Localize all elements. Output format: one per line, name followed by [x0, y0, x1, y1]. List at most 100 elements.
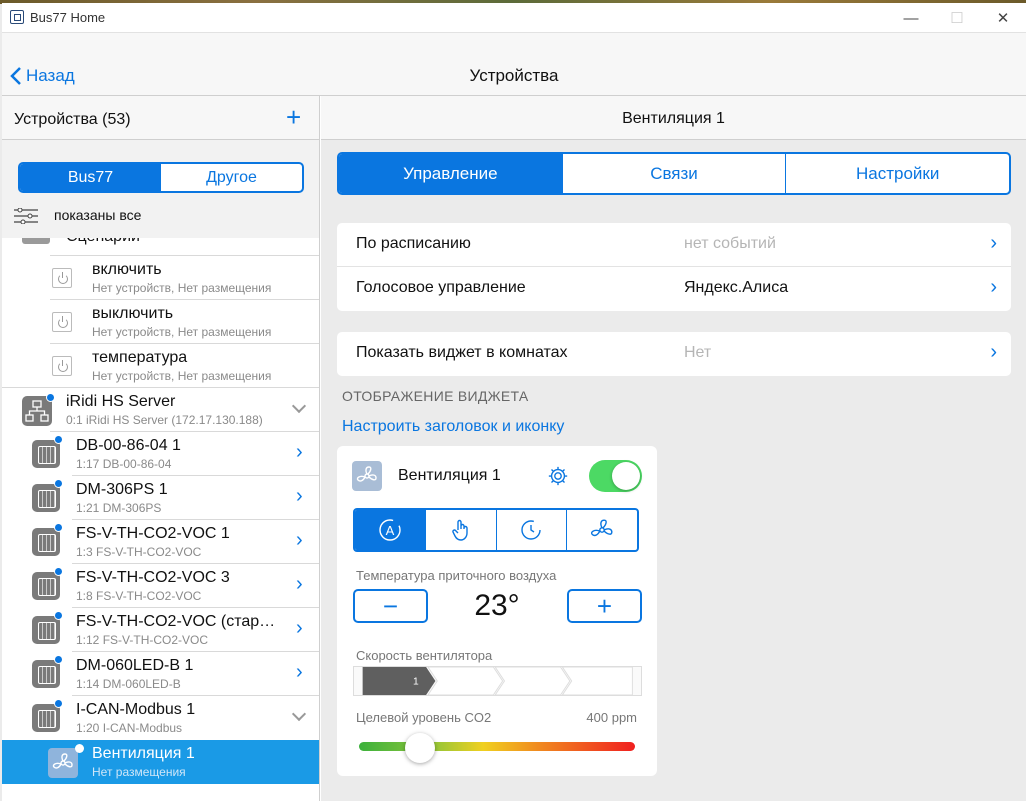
source-segmented-control: Bus77 Другое [18, 162, 304, 193]
list-item-selected[interactable]: Вентиляция 1 Нет размещения [2, 740, 319, 784]
timer-mode-icon[interactable] [497, 510, 568, 550]
voice-value: Яндекс.Алиса [684, 279, 789, 296]
schedule-label: По расписанию [356, 235, 471, 252]
voice-control-row[interactable]: Голосовое управление Яндекс.Алиса › [337, 267, 1011, 311]
window-titlebar: Bus77 Home — ☐ ✕ [2, 3, 1026, 33]
list-item[interactable]: I-CAN-Modbus 1 1:20 I-CAN-Modbus [2, 696, 319, 740]
chip-icon [32, 484, 60, 512]
temperature-increase-button[interactable]: + [567, 589, 642, 623]
temperature-decrease-button[interactable]: − [353, 589, 428, 623]
chip-icon [32, 440, 60, 468]
auto-mode-icon[interactable]: A [355, 510, 426, 550]
list-item-name: Сценарии [66, 238, 140, 246]
list-item-name: DM-306PS 1 [76, 481, 168, 498]
temperature-value: 23° [474, 589, 520, 622]
list-item-subtitle: 1:14 DM-060LED-B [76, 677, 181, 691]
chevron-right-icon: › [296, 617, 303, 639]
speed-step-4 [561, 667, 633, 695]
list-item[interactable]: DM-060LED-B 1 1:14 DM-060LED-B › [2, 652, 319, 696]
co2-slider-thumb[interactable] [404, 733, 435, 763]
list-item[interactable]: FS-V-TH-CO2-VOC 3 1:8 FS-V-TH-CO2-VOC › [2, 564, 319, 608]
add-device-button[interactable]: + [286, 102, 301, 132]
list-item-name: DM-060LED-B 1 [76, 657, 194, 674]
sidebar-title: Устройства (53) [14, 111, 131, 128]
list-item-name: FS-V-TH-CO2-VOC 1 [76, 525, 230, 542]
list-item-name: выключить [92, 305, 174, 322]
schedule-value: нет событий [684, 235, 776, 252]
list-item-subtitle: Нет устройств, Нет размещения [92, 325, 272, 339]
list-item-subtitle: 1:20 I-CAN-Modbus [76, 721, 183, 735]
filter-icon[interactable] [14, 208, 38, 224]
list-item-subtitle: 1:12 FS-V-TH-CO2-VOC [76, 633, 209, 647]
list-item-subtitle: 1:8 FS-V-TH-CO2-VOC [76, 589, 202, 603]
list-item-name: DB-00-86-04 1 [76, 437, 181, 454]
list-item[interactable]: DB-00-86-04 1 1:17 DB-00-86-04 › [2, 432, 319, 476]
list-item-subtitle: 1:17 DB-00-86-04 [76, 457, 172, 471]
detail-header: Вентиляция 1 [321, 96, 1026, 140]
chevron-down-icon[interactable] [291, 398, 307, 414]
chevron-down-icon[interactable] [291, 706, 307, 722]
tab-control[interactable]: Управление [339, 154, 563, 193]
segment-bus77[interactable]: Bus77 [20, 164, 161, 191]
list-item[interactable]: FS-V-TH-CO2-VOC (стар… 1:12 FS-V-TH-CO2-… [2, 608, 319, 652]
page-title: Устройства [469, 66, 559, 85]
list-item-subtitle: Нет размещения [92, 765, 186, 779]
fan-icon [352, 461, 382, 491]
status-dot [54, 611, 63, 620]
status-dot [54, 567, 63, 576]
status-dot [54, 699, 63, 708]
speed-step-3 [494, 667, 571, 695]
chip-icon [32, 616, 60, 644]
devices-sidebar: Устройства (53) + Bus77 Другое показаны … [2, 96, 320, 801]
minimize-button[interactable]: — [888, 3, 934, 33]
sidebar-header: Устройства (53) + [2, 96, 319, 140]
co2-value: 400 ppm [586, 710, 637, 725]
chevron-right-icon: › [296, 573, 303, 595]
list-item-scenes[interactable]: Сценарии [2, 238, 319, 256]
list-item[interactable]: FS-V-TH-CO2-VOC 1 1:3 FS-V-TH-CO2-VOC › [2, 520, 319, 564]
ventilation-widget: Вентиляция 1 A Температура приточного во… [337, 446, 657, 776]
status-dot [54, 523, 63, 532]
hand-mode-icon[interactable] [426, 510, 497, 550]
detail-tabs: Управление Связи Настройки [337, 152, 1011, 195]
schedule-row[interactable]: По расписанию нет событий › [337, 223, 1011, 267]
fan-mode-icon[interactable] [567, 510, 637, 550]
list-item[interactable]: температура Нет устройств, Нет размещени… [2, 344, 319, 388]
list-item-subtitle: 1:3 FS-V-TH-CO2-VOC [76, 545, 202, 559]
chevron-right-icon: › [296, 661, 303, 683]
list-item-name: I-CAN-Modbus 1 [76, 701, 196, 718]
maximize-button[interactable]: ☐ [934, 3, 980, 33]
list-item-subtitle: Нет устройств, Нет размещения [92, 281, 272, 295]
tab-links[interactable]: Связи [563, 154, 787, 193]
list-item-name: включить [92, 261, 162, 278]
close-button[interactable]: ✕ [980, 3, 1026, 33]
settings-card: По расписанию нет событий › Голосовое уп… [337, 223, 1011, 311]
list-item[interactable]: выключить Нет устройств, Нет размещения [2, 300, 319, 344]
tab-settings[interactable]: Настройки [786, 154, 1009, 193]
widget-rooms-label: Показать виджет в комнатах [356, 344, 568, 361]
nav-bar: Назад Устройства [2, 33, 1026, 96]
fan-speed-selector[interactable]: 1 [353, 666, 642, 696]
power-icon [52, 268, 72, 288]
list-item-subtitle: Нет устройств, Нет размещения [92, 369, 272, 383]
list-item[interactable]: включить Нет устройств, Нет размещения [2, 256, 319, 300]
segment-other[interactable]: Другое [161, 164, 302, 191]
power-toggle[interactable] [589, 460, 642, 492]
chevron-right-icon: › [296, 529, 303, 551]
svg-text:A: A [386, 523, 395, 538]
widget-in-rooms-row[interactable]: Показать виджет в комнатах Нет › [337, 332, 1011, 376]
status-dot [75, 744, 84, 753]
fan-icon [48, 748, 78, 778]
gear-icon[interactable] [547, 465, 569, 487]
list-item-name: FS-V-TH-CO2-VOC (стар… [76, 613, 276, 630]
power-icon [52, 356, 72, 376]
configure-title-link[interactable]: Настроить заголовок и иконку [342, 418, 564, 436]
list-item-name: FS-V-TH-CO2-VOC 3 [76, 569, 230, 586]
list-item-server[interactable]: iRidi HS Server 0:1 iRidi HS Server (172… [2, 388, 319, 432]
list-item[interactable]: DM-306PS 1 1:21 DM-306PS › [2, 476, 319, 520]
window-title: Bus77 Home [30, 10, 106, 25]
co2-slider-track[interactable] [359, 742, 635, 751]
list-item-subtitle: 1:21 DM-306PS [76, 501, 162, 515]
status-dot [54, 479, 63, 488]
status-dot [54, 435, 63, 444]
